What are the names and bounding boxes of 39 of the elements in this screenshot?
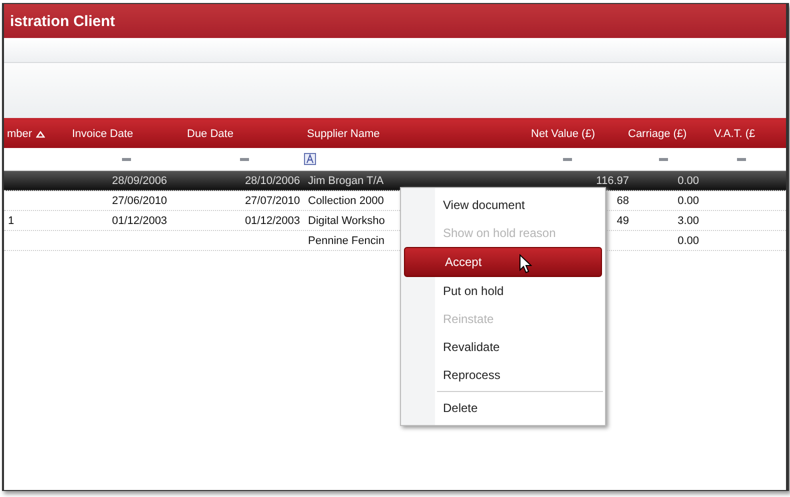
table-cell: 0.00 bbox=[678, 194, 699, 206]
table-cell: 0.00 bbox=[678, 174, 699, 186]
text-filter-icon[interactable] bbox=[304, 153, 316, 165]
mouse-pointer-icon bbox=[519, 254, 532, 274]
menu-item[interactable]: Revalidate bbox=[403, 333, 603, 361]
selected-row[interactable]: 28/09/2006 28/10/2006 Jim Brogan T/A 116.97 0.00 bbox=[4, 171, 786, 191]
filter-icon[interactable] bbox=[659, 158, 668, 160]
menu-item[interactable]: Reprocess bbox=[403, 361, 603, 389]
table-cell: 68 bbox=[616, 194, 629, 206]
column-header[interactable]: Invoice Date bbox=[72, 128, 134, 140]
table-cell: 28/10/2006 bbox=[244, 174, 300, 186]
table-cell: 01/12/2003 bbox=[244, 214, 300, 226]
column-header[interactable]: Net Value (£) bbox=[531, 128, 595, 140]
table-cell: Jim Brogan T/A bbox=[308, 174, 384, 186]
filter-icon[interactable] bbox=[240, 158, 248, 160]
table-cell: Collection 2000 bbox=[308, 194, 384, 206]
table-cell: 27/07/2010 bbox=[244, 194, 300, 206]
filter-icon[interactable] bbox=[563, 158, 572, 160]
menu-item[interactable]: Accept bbox=[404, 247, 602, 277]
table-cell: 49 bbox=[616, 214, 629, 226]
table-cell: Digital Worksho bbox=[308, 214, 385, 226]
column-header[interactable]: Carriage (£) bbox=[628, 128, 687, 140]
column-header[interactable]: Supplier Name bbox=[307, 128, 380, 140]
filter-icon[interactable] bbox=[122, 158, 131, 160]
filter-icon[interactable] bbox=[736, 158, 746, 160]
menu-item[interactable]: Put on hold bbox=[403, 277, 603, 305]
column-header[interactable]: mber bbox=[7, 128, 32, 140]
window-title: istration Client bbox=[10, 12, 116, 30]
table-cell: 1 bbox=[8, 214, 14, 226]
column-header[interactable]: Due Date bbox=[187, 128, 234, 140]
menu-item[interactable]: Delete bbox=[403, 394, 603, 422]
table-cell: Pennine Fencin bbox=[308, 234, 384, 246]
table-cell: 27/06/2010 bbox=[112, 194, 168, 206]
table-cell: 116.97 bbox=[596, 174, 629, 186]
table-cell: 0.00 bbox=[678, 234, 699, 246]
table-cell: 3.00 bbox=[678, 214, 699, 226]
column-header[interactable]: V.A.T. (£ bbox=[714, 128, 756, 140]
table-cell: 01/12/2003 bbox=[112, 214, 168, 226]
table-cell: 28/09/2006 bbox=[112, 174, 168, 186]
